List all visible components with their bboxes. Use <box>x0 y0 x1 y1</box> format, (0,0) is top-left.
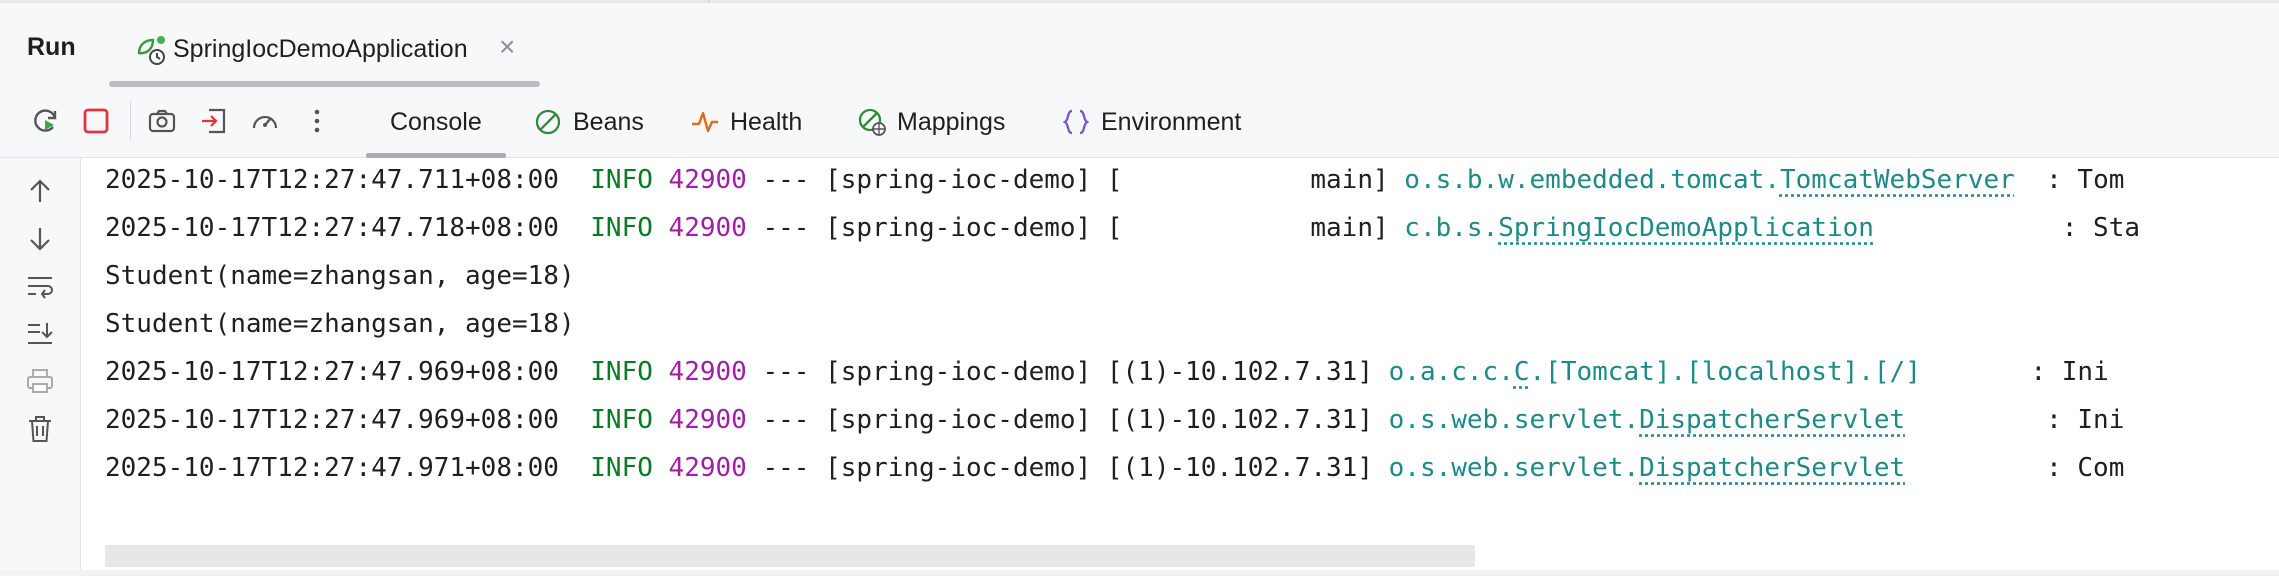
exit-icon[interactable] <box>196 103 232 139</box>
tab-console-label: Console <box>390 107 482 136</box>
stdout-line: Student(name=zhangsan, age=18) <box>105 309 575 339</box>
log-line: 2025-10-17T12:27:47.711+08:00 INFO 42900… <box>105 165 2125 195</box>
logger-link[interactable]: SpringIocDemoApplication <box>1498 213 1874 243</box>
tab-health[interactable]: Health <box>690 87 802 157</box>
environment-icon <box>1061 107 1091 137</box>
logger-link[interactable]: TomcatWebServer <box>1780 165 2015 195</box>
bottom-border <box>0 570 2279 576</box>
trash-icon[interactable] <box>22 411 58 447</box>
health-icon <box>690 107 720 137</box>
horizontal-scrollbar[interactable] <box>105 545 1475 567</box>
log-line: 2025-10-17T12:27:47.718+08:00 INFO 42900… <box>105 213 2141 243</box>
tab-environment-label: Environment <box>1101 107 1242 136</box>
beans-icon <box>533 107 563 137</box>
rerun-icon[interactable] <box>28 103 64 139</box>
scroll-to-end-icon[interactable] <box>22 315 58 351</box>
log-line: 2025-10-17T12:27:47.969+08:00 INFO 42900… <box>105 357 2109 387</box>
stop-icon[interactable] <box>78 103 114 139</box>
tab-environment[interactable]: Environment <box>1061 87 1241 157</box>
tab-beans-label: Beans <box>573 107 644 136</box>
print-icon[interactable] <box>22 363 58 399</box>
toolbar-divider <box>130 101 131 141</box>
logger-link[interactable]: DispatcherServlet <box>1639 405 1905 435</box>
run-toolbar: Console Beans Health Mappings Environmen… <box>0 87 2279 158</box>
run-title: Run <box>27 33 76 61</box>
tab-health-label: Health <box>730 107 803 136</box>
tab-beans[interactable]: Beans <box>533 87 644 157</box>
close-icon[interactable]: × <box>499 33 515 61</box>
console-output[interactable]: 2025-10-17T12:27:47.711+08:00 INFO 42900… <box>81 158 2279 576</box>
run-tool-window-header: Run SpringIocDemoApplication × <box>0 3 2279 87</box>
more-icon[interactable] <box>299 103 335 139</box>
run-tab-label: SpringIocDemoApplication <box>173 35 468 63</box>
run-tab-spring-ioc-demo[interactable]: SpringIocDemoApplication × <box>109 11 540 87</box>
camera-icon[interactable] <box>144 103 180 139</box>
speedometer-icon[interactable] <box>247 103 283 139</box>
arrow-up-icon[interactable] <box>22 173 58 209</box>
mappings-icon <box>857 107 887 137</box>
log-line: 2025-10-17T12:27:47.971+08:00 INFO 42900… <box>105 453 2125 483</box>
tab-mappings-label: Mappings <box>897 107 1006 136</box>
stdout-line: Student(name=zhangsan, age=18) <box>105 261 575 291</box>
arrow-down-icon[interactable] <box>22 221 58 257</box>
soft-wrap-icon[interactable] <box>22 268 58 304</box>
console-side-toolbar <box>0 158 81 576</box>
logger-link[interactable]: C <box>1514 357 1530 387</box>
tab-mappings[interactable]: Mappings <box>857 87 1005 157</box>
log-line: 2025-10-17T12:27:47.969+08:00 INFO 42900… <box>105 405 2125 435</box>
tab-console[interactable]: Console <box>366 87 506 158</box>
logger-link[interactable]: DispatcherServlet <box>1639 453 1905 483</box>
spring-run-icon <box>133 33 167 67</box>
